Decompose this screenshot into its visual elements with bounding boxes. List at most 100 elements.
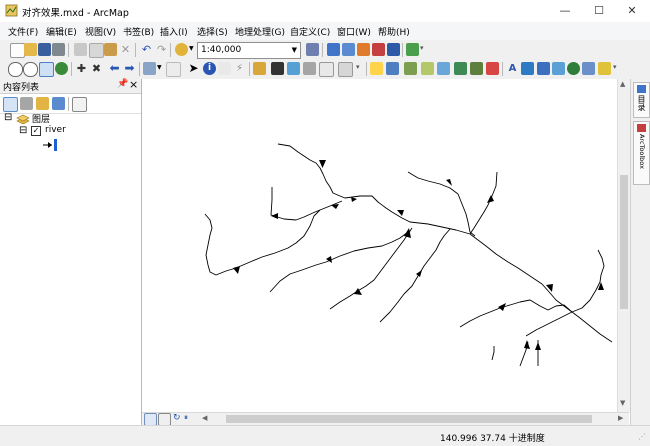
fixed-zoom-out-icon[interactable]: ✖	[90, 62, 103, 75]
edit-vertices-icon[interactable]	[437, 62, 450, 75]
editor-toolbar-icon[interactable]	[306, 43, 319, 56]
horizontal-scroll-thumb[interactable]	[226, 415, 592, 423]
catalog-window-icon[interactable]	[342, 43, 355, 56]
topology-icon[interactable]	[404, 62, 417, 75]
scroll-left-arrow-icon[interactable]: ◀	[202, 414, 207, 422]
delete-icon[interactable]: ✕	[119, 43, 132, 56]
menu-insert[interactable]: 插入(I)	[160, 25, 188, 38]
stop-icon[interactable]	[486, 62, 499, 75]
modelbuilder-icon[interactable]	[406, 43, 419, 56]
maximize-button[interactable]: ☐	[582, 0, 616, 22]
toc-options-icon[interactable]	[72, 97, 87, 112]
add-data-dropdown-icon[interactable]: ▼	[189, 45, 194, 52]
create-viewer-window-icon[interactable]	[338, 62, 353, 77]
menu-edit[interactable]: 编辑(E)	[46, 25, 77, 38]
menu-customize[interactable]: 自定义(C)	[290, 25, 330, 38]
table-of-contents-icon[interactable]	[327, 43, 340, 56]
scroll-right-arrow-icon[interactable]: ▶	[618, 414, 623, 422]
layout-icon[interactable]	[598, 62, 611, 75]
fixed-zoom-in-icon[interactable]: ✚	[75, 62, 88, 75]
layers-expander-icon[interactable]: ⊟	[4, 112, 12, 123]
menu-bookmarks[interactable]: 书签(B)	[123, 25, 154, 38]
python-window-icon[interactable]	[387, 43, 400, 56]
time-slider-icon[interactable]	[319, 62, 334, 77]
river-layer-expander-icon[interactable]: ⊟	[19, 125, 27, 136]
text-label-icon[interactable]: A	[506, 62, 519, 75]
resize-grip-icon[interactable]: ⋰	[638, 432, 646, 441]
close-button[interactable]: ✕	[615, 0, 649, 22]
list-by-visibility-icon[interactable]	[36, 97, 49, 110]
toolbar-grip-icon[interactable]: ▾	[613, 63, 617, 71]
labeling-icon[interactable]	[521, 62, 534, 75]
toolbar-grip-icon[interactable]: ▾	[420, 44, 424, 52]
menu-file[interactable]: 文件(F)	[8, 25, 38, 38]
river-layer-label[interactable]: river	[45, 125, 66, 135]
scroll-down-arrow-icon[interactable]: ▼	[620, 399, 625, 407]
map-display[interactable]	[142, 79, 617, 412]
refresh-icon[interactable]: ↻	[173, 413, 181, 423]
cut-icon[interactable]	[74, 43, 87, 56]
menu-windows[interactable]: 窗口(W)	[337, 25, 371, 38]
open-folder-icon[interactable]	[24, 43, 37, 56]
select-features-dropdown-icon[interactable]: ▼	[157, 64, 162, 71]
go-back-arrow-icon[interactable]: ⬅	[108, 62, 121, 75]
print-icon[interactable]	[52, 43, 65, 56]
globe-service-icon[interactable]	[567, 62, 580, 75]
measure-icon[interactable]	[253, 62, 266, 75]
search-window-icon[interactable]	[357, 43, 370, 56]
new-document-icon[interactable]	[10, 43, 25, 58]
spatial-adjust-icon[interactable]	[421, 62, 434, 75]
redo-icon[interactable]: ↷	[155, 43, 168, 56]
add-data-icon[interactable]	[175, 43, 188, 56]
georef-icon[interactable]	[386, 62, 399, 75]
layers-group-label[interactable]: 图层	[32, 112, 50, 125]
chevron-down-icon[interactable]: ▼	[292, 46, 297, 54]
undo-icon[interactable]: ↶	[140, 43, 153, 56]
pin-icon[interactable]: 📌	[117, 79, 128, 89]
select-features-icon[interactable]	[143, 62, 156, 75]
map-horizontal-scrollbar[interactable]: ↻ ⏸ ◀ ▶	[142, 412, 629, 426]
full-extent-globe-icon[interactable]	[55, 62, 68, 75]
arctoolbox-tab[interactable]: ArcToolbox	[633, 121, 650, 185]
river-line-symbol-icon[interactable]	[42, 138, 62, 152]
map-tips-icon[interactable]	[552, 62, 565, 75]
data-frame-icon[interactable]	[537, 62, 550, 75]
minimize-button[interactable]: —	[548, 0, 582, 22]
menu-view[interactable]: 视图(V)	[85, 25, 116, 38]
scroll-up-arrow-icon[interactable]: ▲	[620, 80, 625, 88]
image-analysis-icon[interactable]	[582, 62, 595, 75]
clear-selection-icon[interactable]	[166, 62, 181, 77]
find-binoculars-icon[interactable]	[271, 62, 284, 75]
river-map-canvas[interactable]	[142, 79, 617, 412]
go-to-xy-icon[interactable]	[303, 62, 316, 75]
menu-help[interactable]: 帮助(H)	[378, 25, 410, 38]
tin-editing-icon[interactable]	[470, 62, 483, 75]
pan-hand-icon[interactable]	[39, 62, 54, 77]
vertical-scroll-thumb[interactable]	[620, 175, 628, 309]
river-visibility-checkbox[interactable]: ✓	[31, 126, 41, 136]
arctoolbox-icon[interactable]	[372, 43, 385, 56]
map-scale-combobox[interactable]: 1:40,000 ▼	[197, 42, 301, 59]
select-elements-arrow-icon[interactable]: ➤	[187, 62, 200, 75]
html-popup-icon[interactable]	[218, 62, 231, 75]
copy-icon[interactable]	[89, 43, 104, 58]
save-icon[interactable]	[38, 43, 51, 56]
map-vertical-scrollbar[interactable]: ▲ ▼	[617, 79, 630, 412]
catalog-tab[interactable]: 目录	[633, 82, 650, 118]
close-icon[interactable]: ×	[129, 78, 138, 91]
list-by-drawing-order-icon[interactable]	[3, 97, 18, 112]
pause-drawing-icon[interactable]: ⏸	[184, 413, 188, 423]
list-by-source-icon[interactable]	[20, 97, 33, 110]
menu-selection[interactable]: 选择(S)	[197, 25, 228, 38]
network-icon[interactable]	[454, 62, 467, 75]
zoom-out-icon[interactable]	[23, 62, 38, 77]
hyperlink-icon[interactable]: ⚡	[233, 62, 246, 75]
zoom-in-icon[interactable]	[8, 62, 23, 77]
snapping-icon[interactable]	[370, 62, 383, 75]
find-route-icon[interactable]	[287, 62, 300, 75]
list-by-selection-icon[interactable]	[52, 97, 65, 110]
identify-icon[interactable]: i	[203, 62, 216, 75]
paste-icon[interactable]	[104, 43, 117, 56]
go-forward-arrow-icon[interactable]: ➡	[123, 62, 136, 75]
menu-geoprocessing[interactable]: 地理处理(G)	[235, 25, 285, 38]
